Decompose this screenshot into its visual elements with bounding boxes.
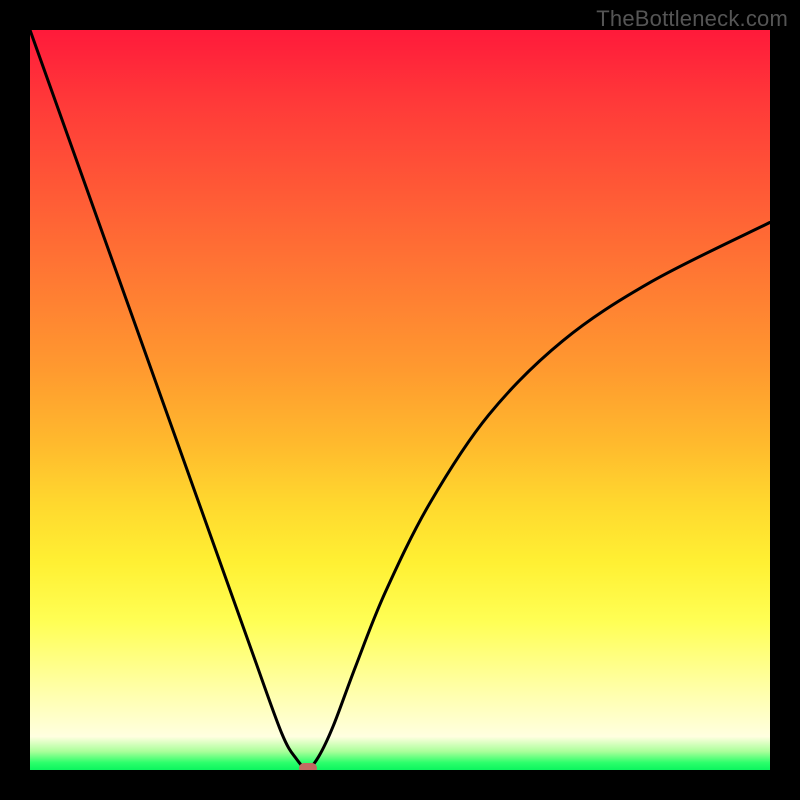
plot-area <box>30 30 770 770</box>
chart-frame: TheBottleneck.com <box>0 0 800 800</box>
minimum-marker <box>299 763 317 770</box>
curve-svg <box>30 30 770 770</box>
watermark-text: TheBottleneck.com <box>596 6 788 32</box>
bottleneck-curve <box>30 30 770 769</box>
